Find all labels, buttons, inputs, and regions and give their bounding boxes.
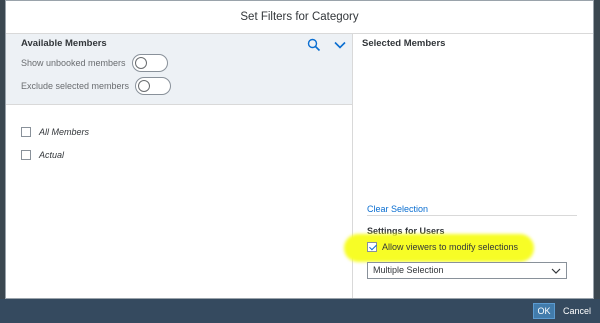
selection-mode-value: Multiple Selection bbox=[373, 265, 444, 275]
member-checkbox[interactable] bbox=[21, 126, 31, 137]
exclude-selected-switch[interactable] bbox=[135, 77, 172, 95]
chevron-down-icon bbox=[551, 268, 561, 274]
switch-knob bbox=[138, 80, 151, 92]
members-list: All Members Actual bbox=[21, 120, 89, 166]
show-unbooked-switch[interactable] bbox=[131, 54, 168, 72]
ok-button[interactable]: OK bbox=[533, 303, 555, 319]
available-members-header: Available Members Show unbooked members … bbox=[6, 34, 352, 105]
search-icon[interactable] bbox=[307, 38, 321, 52]
member-label: All Members bbox=[39, 126, 90, 137]
available-members-title: Available Members bbox=[21, 38, 107, 49]
show-unbooked-label: Show unbooked members bbox=[21, 58, 126, 68]
member-label: Actual bbox=[39, 149, 65, 160]
clear-selection-link[interactable]: Clear Selection bbox=[367, 204, 428, 214]
backdrop-right bbox=[594, 0, 600, 300]
exclude-selected-row: Exclude selected members bbox=[21, 77, 172, 95]
allow-viewers-row[interactable]: Allow viewers to modify selections bbox=[367, 242, 518, 252]
allow-viewers-checkbox[interactable] bbox=[367, 242, 377, 252]
list-item[interactable]: Actual bbox=[21, 143, 89, 166]
switch-knob bbox=[134, 57, 147, 69]
allow-viewers-label: Allow viewers to modify selections bbox=[382, 242, 519, 252]
dialog-footer: OK Cancel bbox=[0, 299, 600, 323]
list-item[interactable]: All Members bbox=[21, 120, 89, 143]
show-unbooked-row: Show unbooked members bbox=[21, 54, 168, 72]
cancel-button[interactable]: Cancel bbox=[563, 303, 591, 319]
divider bbox=[367, 215, 577, 216]
chevron-down-icon[interactable] bbox=[333, 38, 347, 52]
dialog-title: Set Filters for Category bbox=[6, 1, 593, 34]
selected-members-pane: Selected Members Clear Selection Setting… bbox=[344, 34, 593, 298]
available-members-pane: Available Members Show unbooked members … bbox=[6, 34, 353, 298]
selected-members-title: Selected Members bbox=[362, 38, 446, 49]
exclude-selected-label: Exclude selected members bbox=[21, 81, 130, 91]
selection-mode-select[interactable]: Multiple Selection bbox=[367, 262, 567, 279]
member-checkbox[interactable] bbox=[21, 149, 31, 160]
filter-dialog: Set Filters for Category Available Membe… bbox=[5, 0, 594, 299]
